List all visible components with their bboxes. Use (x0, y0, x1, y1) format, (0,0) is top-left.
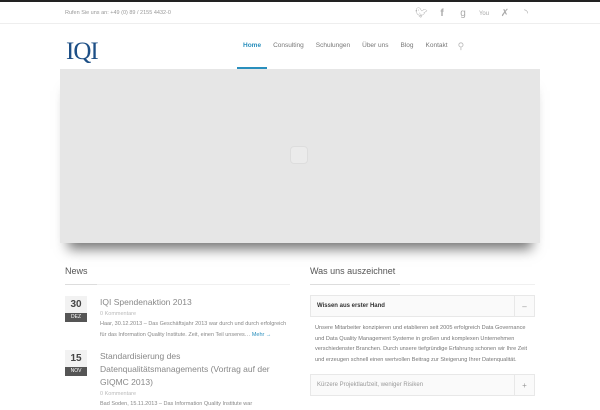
accordion-content: Unsere Mitarbeiter konzipieren und etabl… (315, 325, 528, 363)
nav-kontakt[interactable]: Kontakt (420, 40, 454, 68)
post-excerpt: Bad Soden, 15.11.2013 – Das Information … (100, 401, 253, 407)
social-links: 🐦︎ f g You ✗ ◝ (415, 7, 532, 21)
news-post: 30 DEZ IQI Spendenaktion 2013 0 Kommentar… (65, 296, 290, 340)
accordion-item-closed[interactable]: Kürzere Projektlaufzeit, weniger Risiken… (310, 374, 535, 396)
accordion-title: Kürzere Projektlaufzeit, weniger Risiken (317, 382, 424, 388)
post-title[interactable]: Standardisierung des Datenqualitätsmanag… (100, 350, 290, 389)
top-bar: Rufen Sie uns an: +49 (0) 89 / 2155 4432… (0, 4, 600, 24)
post-excerpt: Haar, 30.12.2013 – Das Geschäftsjahr 201… (100, 319, 290, 340)
xing-icon[interactable]: ✗ (499, 7, 511, 21)
loading-icon (290, 146, 308, 164)
news-post: 15 NOV Standardisierung des Datenqualität… (65, 350, 290, 410)
facebook-icon[interactable]: f (436, 7, 448, 21)
news-section: News 30 DEZ IQI Spendenaktion 2013 0 Komm… (65, 266, 290, 410)
news-heading: News (65, 266, 290, 285)
nav-schulungen[interactable]: Schulungen (310, 40, 356, 68)
nav-consulting[interactable]: Consulting (267, 40, 310, 68)
google-plus-icon[interactable]: g (457, 7, 469, 21)
collapse-icon[interactable]: – (514, 296, 534, 316)
post-day: 30 (65, 296, 87, 313)
post-date: 15 NOV (65, 350, 87, 376)
features-section: Was uns auszeichnet Wissen aus erster Ha… (310, 266, 535, 396)
search-icon[interactable]: ⚲ (458, 40, 465, 68)
nav-ueber-uns[interactable]: Über uns (356, 40, 394, 68)
main-nav: Home Consulting Schulungen Über uns Blog… (237, 40, 465, 69)
twitter-icon[interactable]: 🐦︎ (415, 7, 428, 21)
post-comments[interactable]: 0 Kommentare (100, 311, 290, 317)
rss-icon[interactable]: ◝ (520, 7, 532, 21)
nav-home[interactable]: Home (237, 40, 268, 69)
post-day: 15 (65, 350, 87, 367)
more-link[interactable]: Mehr → (252, 332, 272, 338)
nav-blog[interactable]: Blog (395, 40, 420, 68)
logo[interactable]: IQI (66, 38, 99, 66)
post-date: 30 DEZ (65, 296, 87, 322)
features-heading: Was uns auszeichnet (310, 266, 535, 285)
post-comments[interactable]: 0 Kommentare (100, 391, 290, 397)
youtube-icon[interactable]: You (478, 7, 490, 21)
post-month: NOV (65, 367, 87, 376)
expand-icon[interactable]: + (514, 375, 534, 395)
post-month: DEZ (65, 313, 87, 322)
phone-text: Rufen Sie uns an: +49 (0) 89 / 2155 4432… (65, 10, 171, 16)
accordion-item-open[interactable]: Wissen aus erster Hand – (310, 295, 535, 317)
post-title[interactable]: IQI Spendenaktion 2013 (100, 296, 290, 309)
accordion-title: Wissen aus erster Hand (317, 303, 385, 309)
